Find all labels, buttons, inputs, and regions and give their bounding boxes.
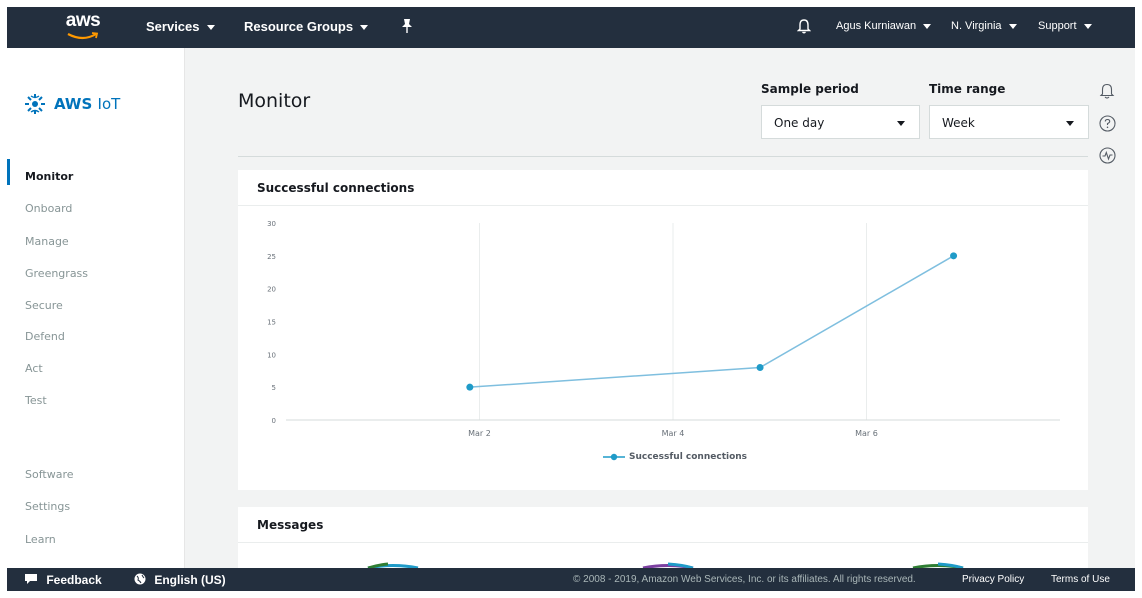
x-tick-label: Mar 2 [468, 429, 491, 438]
sample-period-value: One day [774, 116, 825, 130]
card-header: Successful connections [238, 170, 1088, 206]
sidebar-item-learn[interactable]: Learn [25, 533, 56, 546]
brand-light: IoT [97, 95, 121, 113]
y-tick-label: 10 [267, 351, 276, 359]
brand-bold: AWS [54, 95, 93, 113]
pin-icon[interactable] [400, 18, 414, 39]
services-menu[interactable]: Services [146, 19, 215, 34]
activity-icon[interactable] [1099, 147, 1116, 168]
feedback-label: Feedback [46, 573, 102, 587]
chevron-down-icon [1083, 23, 1092, 29]
aws-logo[interactable]: aws [61, 10, 105, 44]
messages-pie-charts-partial [367, 562, 964, 568]
legend-label: Successful connections [629, 452, 748, 462]
support-label: Support [1038, 20, 1077, 32]
support-menu[interactable]: Support [1038, 20, 1092, 32]
language-selector[interactable]: English (US) [134, 573, 226, 587]
footer: Feedback English (US) © 2008 - 2019, Ama… [7, 568, 1135, 591]
terms-of-use-link[interactable]: Terms of Use [1051, 574, 1110, 585]
x-tick-label: Mar 6 [855, 429, 878, 438]
messages-card: Messages [238, 507, 1088, 568]
sidebar-item-test[interactable]: Test [25, 394, 47, 407]
chevron-down-icon [1008, 23, 1017, 29]
y-tick-label: 0 [272, 417, 276, 425]
app-frame: aws Services Resource Groups Agus Kurnia… [7, 7, 1135, 591]
sidebar-item-settings[interactable]: Settings [25, 500, 70, 513]
aws-logo-text: aws [65, 10, 101, 31]
help-icon[interactable] [1099, 115, 1116, 136]
bell-icon[interactable] [796, 18, 812, 39]
language-label: English (US) [154, 573, 226, 587]
sidebar: AWS IoT Monitor Onboard Manage Greengras… [7, 48, 185, 568]
legend-swatch [603, 453, 625, 461]
card-title: Successful connections [257, 181, 415, 195]
resource-groups-menu[interactable]: Resource Groups [244, 19, 369, 34]
sidebar-item-onboard[interactable]: Onboard [25, 202, 72, 215]
copyright-text: © 2008 - 2019, Amazon Web Services, Inc.… [573, 574, 916, 585]
speech-bubble-icon [25, 574, 37, 584]
connections-line-chart: Mar 2 Mar 4 Mar 6 0 5 10 15 20 25 30 [267, 220, 1060, 438]
successful-connections-card: Successful connections Mar 2 Mar 4 Mar 6 0 5… [238, 170, 1088, 490]
chevron-down-icon [897, 121, 905, 126]
sidebar-item-manage[interactable]: Manage [25, 235, 69, 248]
resource-groups-label: Resource Groups [244, 19, 354, 34]
data-point [466, 383, 474, 391]
y-tick-label: 30 [267, 220, 276, 228]
chart-legend[interactable]: Successful connections [603, 452, 747, 462]
time-range-value: Week [942, 116, 975, 130]
sidebar-item-software[interactable]: Software [25, 468, 74, 481]
chevron-down-icon [360, 25, 369, 31]
x-tick-label: Mar 4 [662, 429, 685, 438]
sidebar-item-defend[interactable]: Defend [25, 330, 65, 343]
aws-smile-icon [67, 32, 99, 40]
feedback-link[interactable]: Feedback [24, 573, 102, 587]
chevron-down-icon [923, 23, 932, 29]
bell-icon[interactable] [1099, 82, 1115, 104]
user-label: Agus Kurniawan [836, 20, 917, 32]
series-line [469, 255, 954, 388]
region-label: N. Virginia [951, 20, 1002, 32]
sidebar-item-greengrass[interactable]: Greengrass [25, 267, 88, 280]
sample-period-select[interactable]: One day [761, 105, 920, 139]
chevron-down-icon [1066, 121, 1074, 126]
aws-iot-brand[interactable]: AWS IoT [24, 93, 120, 115]
privacy-policy-link[interactable]: Privacy Policy [962, 574, 1024, 585]
globe-icon [134, 573, 146, 585]
sample-period-label: Sample period [761, 82, 859, 96]
sidebar-item-monitor[interactable]: Monitor [25, 170, 73, 183]
y-tick-label: 15 [267, 319, 276, 327]
card-title: Messages [257, 518, 324, 532]
iot-icon [25, 94, 45, 114]
brand-name: AWS IoT [54, 95, 120, 113]
header-divider [238, 156, 1088, 157]
time-range-label: Time range [929, 82, 1006, 96]
y-tick-label: 20 [267, 286, 276, 294]
user-menu[interactable]: Agus Kurniawan [836, 20, 932, 32]
data-point [950, 252, 958, 260]
chevron-down-icon [206, 25, 215, 31]
services-label: Services [146, 19, 200, 34]
data-point [756, 363, 764, 371]
time-range-select[interactable]: Week [929, 105, 1089, 139]
card-header: Messages [238, 507, 1088, 543]
page-title: Monitor [238, 90, 311, 112]
sidebar-item-secure[interactable]: Secure [25, 299, 63, 312]
active-indicator [7, 159, 10, 185]
y-tick-label: 25 [267, 253, 276, 261]
top-navigation: aws Services Resource Groups Agus Kurnia… [7, 7, 1135, 48]
y-tick-label: 5 [272, 384, 276, 392]
sidebar-item-act[interactable]: Act [25, 362, 43, 375]
region-menu[interactable]: N. Virginia [951, 20, 1017, 32]
